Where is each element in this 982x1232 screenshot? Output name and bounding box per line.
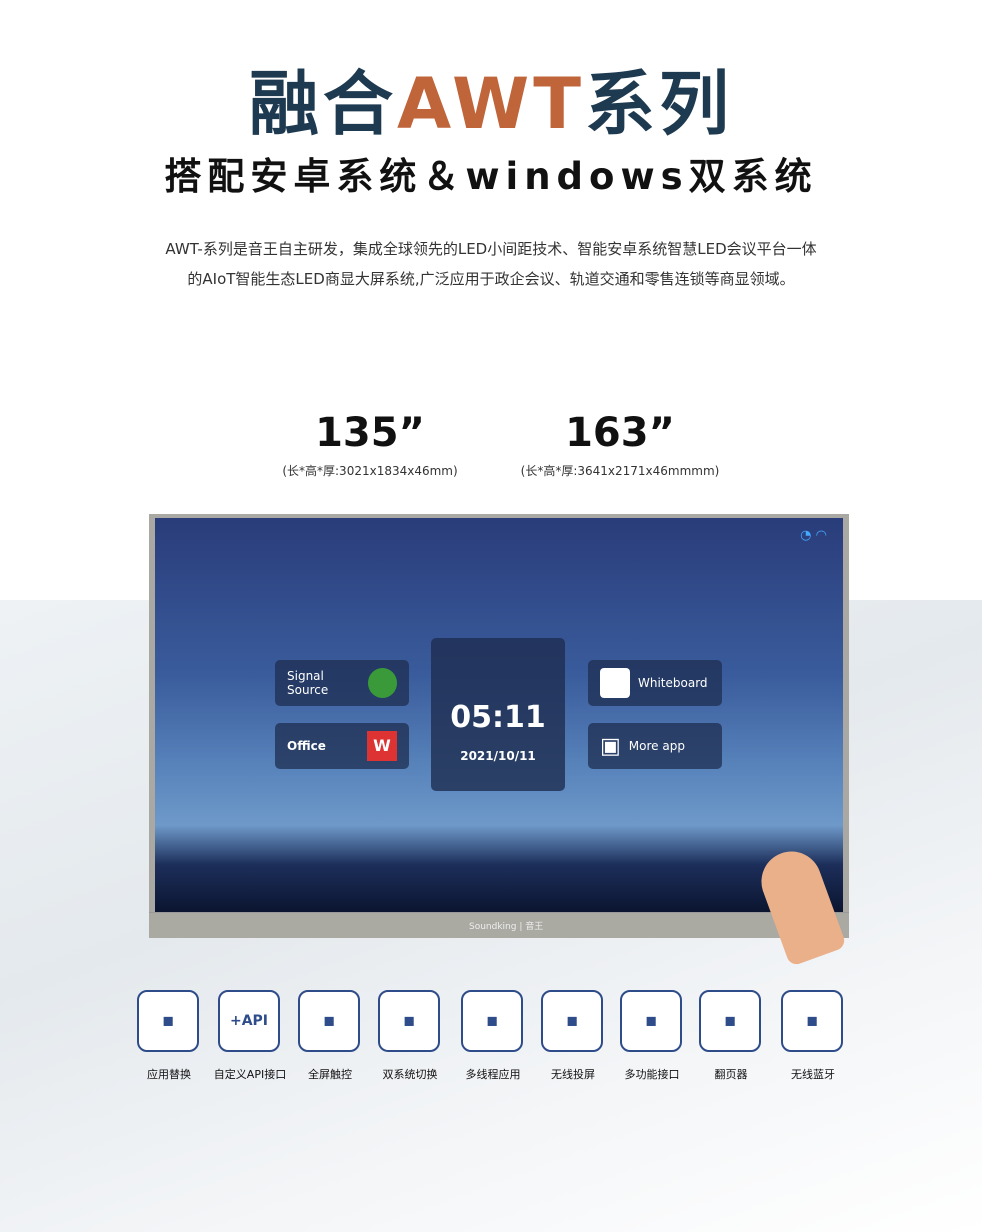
signal-icon [367, 668, 397, 698]
feature-item: ◼ 双系统切换 [378, 990, 442, 1082]
clock-widget: 05:11 2021/10/11 [431, 638, 565, 791]
whiteboard-icon [600, 668, 630, 698]
bezel: Soundking | 音王 [149, 912, 849, 938]
feature-item: ◼ 多功能接口 [620, 990, 684, 1082]
display-product: ◔ ◠ Signal Source Office W 05:11 2021/10/1… [149, 514, 849, 938]
tile-signal-source[interactable]: Signal Source [275, 660, 409, 706]
app-replace-icon: ◼ [137, 990, 199, 1052]
wireless-cast-icon: ◼ [541, 990, 603, 1052]
multi-app-icon: ◼ [461, 990, 523, 1052]
feature-item: ◼ 翻页器 [699, 990, 763, 1082]
size-135: 135” (长*高*厚:3021x1834x46mm) [282, 410, 458, 478]
grid-icon: ▣ [600, 733, 621, 759]
tile-whiteboard[interactable]: Whiteboard [588, 660, 722, 706]
windows-android-icon: ◼ [378, 990, 440, 1052]
feature-label: 无线蓝牙 [791, 1068, 835, 1081]
tile-more-app[interactable]: ▣ More app [588, 723, 722, 769]
bluetooth-icon: ◼ [781, 990, 843, 1052]
touch-icon: ◼ [298, 990, 360, 1052]
wifi-icon: ◔ ◠ [800, 528, 827, 543]
screen-display: ◔ ◠ Signal Source Office W 05:11 2021/10/1… [155, 518, 843, 912]
feature-item: ◼ 应用替换 [137, 990, 201, 1082]
feature-item: ◼ 全屏触控 [298, 990, 362, 1082]
description: AWT-系列是音王自主研发，集成全球领先的LED小间距技术、智能安卓系统智慧LE… [165, 240, 817, 288]
feature-item: +API 自定义API接口 [214, 990, 286, 1082]
pager-icon: ◼ [699, 990, 761, 1052]
wps-icon: W [367, 731, 397, 761]
page-subtitle: 搭配安卓系统＆windows双系统 [164, 155, 818, 198]
page-title: 融合AWT系列 [249, 63, 733, 145]
ports-icon: ◼ [620, 990, 682, 1052]
api-icon: +API [218, 990, 280, 1052]
tile-office[interactable]: Office W [275, 723, 409, 769]
feature-item: ◼ 多线程应用 [461, 990, 525, 1082]
feature-item: ◼ 无线蓝牙 [781, 990, 845, 1082]
size-163: 163” (长*高*厚:3641x2171x46mmmm) [520, 410, 720, 478]
feature-item: ◼ 无线投屏 [541, 990, 605, 1082]
